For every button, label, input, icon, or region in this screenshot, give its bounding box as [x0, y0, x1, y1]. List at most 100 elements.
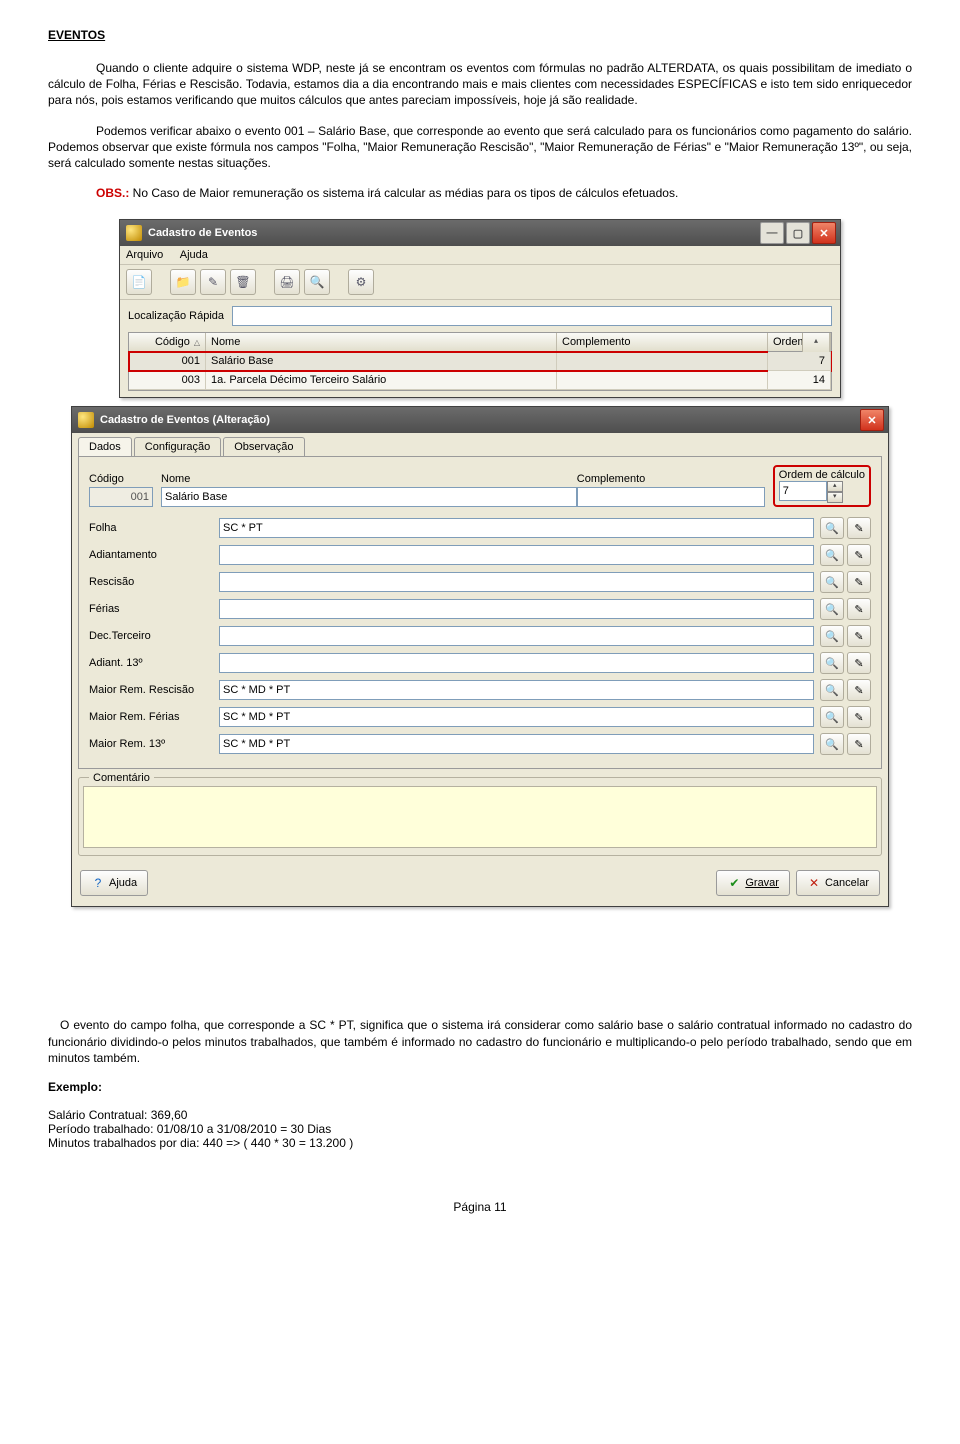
paragraph-obs: OBS.: No Caso de Maior remuneração os si…: [48, 185, 912, 201]
formula-label: Adiantamento: [89, 549, 219, 561]
paragraph-2: Podemos verificar abaixo o evento 001 – …: [48, 123, 912, 172]
quick-search-input[interactable]: [232, 306, 832, 326]
exemplo-line-1: Salário Contratual: 369,60: [48, 1108, 912, 1122]
formula-view-icon[interactable]: 🔍: [820, 598, 844, 620]
formula-label: Folha: [89, 522, 219, 534]
minimize-button[interactable]: —: [760, 222, 784, 244]
label-complemento: Complemento: [577, 473, 765, 485]
toolbar-open-icon[interactable]: 📁: [170, 269, 196, 295]
ajuda-button[interactable]: ? Ajuda: [80, 870, 148, 896]
formula-input[interactable]: [219, 707, 814, 727]
cell-codigo: 001: [129, 352, 206, 371]
toolbar-delete-icon[interactable]: 🗑: [230, 269, 256, 295]
tab-configuracao[interactable]: Configuração: [134, 437, 221, 456]
tab-dados[interactable]: Dados: [78, 437, 132, 456]
col-ordem[interactable]: Ordem▴: [768, 333, 831, 352]
formula-input[interactable]: [219, 680, 814, 700]
formula-view-icon[interactable]: 🔍: [820, 652, 844, 674]
toolbar-search-icon[interactable]: 🔍: [304, 269, 330, 295]
formula-view-icon[interactable]: 🔍: [820, 733, 844, 755]
cell-codigo: 003: [129, 371, 206, 390]
close-button[interactable]: ✕: [812, 222, 836, 244]
formula-edit-icon[interactable]: ✎: [847, 733, 871, 755]
formula-view-icon[interactable]: 🔍: [820, 517, 844, 539]
formula-edit-icon[interactable]: ✎: [847, 679, 871, 701]
formula-row: Férias🔍✎: [89, 598, 871, 620]
cell-complemento: [557, 352, 768, 371]
titlebar[interactable]: Cadastro de Eventos (Alteração) ✕: [72, 407, 888, 433]
formula-row: Adiantamento 🔍✎: [89, 544, 871, 566]
menu-arquivo[interactable]: Arquivo: [126, 249, 163, 261]
tab-observacao[interactable]: Observação: [223, 437, 304, 456]
toolbar-config-icon[interactable]: ⚙: [348, 269, 374, 295]
formula-view-icon[interactable]: 🔍: [820, 679, 844, 701]
formula-row: Maior Rem. Rescisão🔍✎: [89, 679, 871, 701]
label-comentario: Comentário: [89, 772, 154, 784]
col-complemento[interactable]: Complemento: [557, 333, 768, 352]
col-nome[interactable]: Nome: [206, 333, 557, 352]
cell-complemento: [557, 371, 768, 390]
toolbar-new-icon[interactable]: 📄: [126, 269, 152, 295]
app-icon: [78, 412, 94, 428]
formula-row: Folha 🔍✎: [89, 517, 871, 539]
formula-edit-icon[interactable]: ✎: [847, 544, 871, 566]
grid-row-selected[interactable]: 001 Salário Base 7: [129, 352, 831, 371]
formula-edit-icon[interactable]: ✎: [847, 571, 871, 593]
titlebar[interactable]: Cadastro de Eventos — ▢ ✕: [120, 220, 840, 246]
window-title: Cadastro de Eventos: [148, 227, 257, 239]
spin-up-icon[interactable]: ▴: [827, 481, 843, 492]
toolbar-edit-icon[interactable]: ✎: [200, 269, 226, 295]
spin-down-icon[interactable]: ▾: [827, 492, 843, 503]
close-button[interactable]: ✕: [860, 409, 884, 431]
maximize-button[interactable]: ▢: [786, 222, 810, 244]
check-icon: ✔: [727, 876, 741, 890]
window-title: Cadastro de Eventos (Alteração): [100, 414, 270, 426]
paragraph-1: Quando o cliente adquire o sistema WDP, …: [48, 60, 912, 109]
cancelar-label: Cancelar: [825, 877, 869, 889]
toolbar-print-icon[interactable]: 🖨: [274, 269, 300, 295]
col-codigo[interactable]: Código△: [129, 333, 206, 352]
cancelar-button[interactable]: ✕ Cancelar: [796, 870, 880, 896]
gravar-button[interactable]: ✔ Gravar: [716, 870, 790, 896]
formula-input[interactable]: [219, 626, 814, 646]
formula-view-icon[interactable]: 🔍: [820, 544, 844, 566]
sort-asc-icon: △: [194, 338, 200, 347]
label-ordem: Ordem de cálculo: [779, 469, 865, 481]
quick-search-label: Localização Rápida: [128, 310, 224, 322]
formula-edit-icon[interactable]: ✎: [847, 598, 871, 620]
scroll-up-icon[interactable]: ▴: [802, 333, 830, 354]
formula-label: Maior Rem. Férias: [89, 711, 219, 723]
formula-view-icon[interactable]: 🔍: [820, 571, 844, 593]
events-grid: Código△ Nome Complemento Ordem▴ 001 Salá…: [128, 332, 832, 391]
window-cadastro-eventos: Cadastro de Eventos — ▢ ✕ Arquivo Ajuda …: [119, 219, 841, 398]
label-codigo: Código: [89, 473, 153, 485]
formula-view-icon[interactable]: 🔍: [820, 706, 844, 728]
grid-header: Código△ Nome Complemento Ordem▴: [129, 333, 831, 352]
formula-view-icon[interactable]: 🔍: [820, 625, 844, 647]
input-ordem[interactable]: [779, 481, 827, 501]
exemplo-line-3: Minutos trabalhados por dia: 440 => ( 44…: [48, 1136, 912, 1150]
page-footer: Página 11: [48, 1200, 912, 1214]
ajuda-label: Ajuda: [109, 877, 137, 889]
paragraph-3: O evento do campo folha, que corresponde…: [48, 1017, 912, 1066]
grid-row[interactable]: 003 1a. Parcela Décimo Terceiro Salário …: [129, 371, 831, 390]
formula-label: Maior Rem. 13º: [89, 738, 219, 750]
formula-input[interactable]: [219, 545, 814, 565]
formula-input[interactable]: [219, 518, 814, 538]
formula-edit-icon[interactable]: ✎: [847, 517, 871, 539]
textarea-comentario[interactable]: [83, 786, 877, 848]
formula-input[interactable]: [219, 599, 814, 619]
input-nome[interactable]: [161, 487, 577, 507]
cell-nome: 1a. Parcela Décimo Terceiro Salário: [206, 371, 557, 390]
formula-input[interactable]: [219, 653, 814, 673]
formula-row: Dec.Terceiro🔍✎: [89, 625, 871, 647]
formula-input[interactable]: [219, 572, 814, 592]
formula-edit-icon[interactable]: ✎: [847, 625, 871, 647]
formula-edit-icon[interactable]: ✎: [847, 706, 871, 728]
formula-input[interactable]: [219, 734, 814, 754]
input-complemento[interactable]: [577, 487, 765, 507]
formula-edit-icon[interactable]: ✎: [847, 652, 871, 674]
cancel-icon: ✕: [807, 876, 821, 890]
menu-ajuda[interactable]: Ajuda: [180, 249, 208, 261]
page-heading: EVENTOS: [48, 28, 912, 42]
